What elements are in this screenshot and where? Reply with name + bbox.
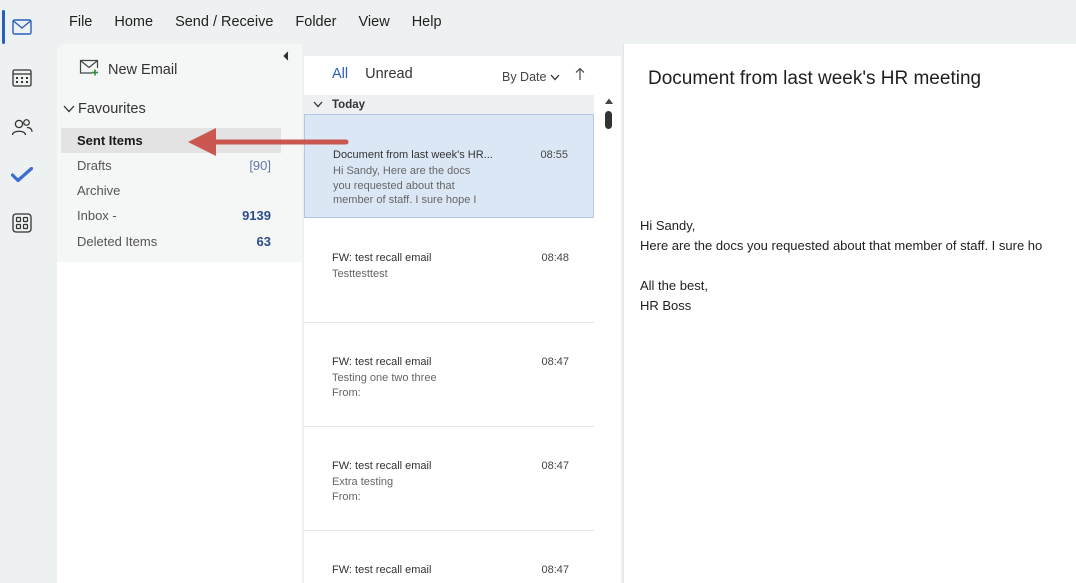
- message-item[interactable]: Document from last week's HR... 08:55 Hi…: [304, 114, 594, 218]
- message-preview: Testing one two three From:: [332, 371, 492, 400]
- new-mail-icon: [79, 59, 99, 81]
- folder-count: 9139: [242, 208, 271, 223]
- menu-folder[interactable]: Folder: [284, 0, 347, 44]
- message-item[interactable]: FW: test recall email 08:47 Testing one …: [304, 323, 594, 427]
- scroll-up-icon[interactable]: [604, 97, 614, 105]
- body-line: Here are the docs you requested about th…: [640, 238, 1043, 253]
- group-header-today[interactable]: Today: [304, 95, 594, 114]
- message-subject: FW: test recall email: [332, 564, 432, 576]
- message-preview: Extra testing From:: [332, 475, 492, 504]
- folder-label: Sent Items: [77, 133, 143, 148]
- menu-send-receive[interactable]: Send / Receive: [164, 0, 284, 44]
- folder-archive[interactable]: Archive: [61, 178, 281, 203]
- chevron-left-icon: [283, 51, 289, 61]
- list-filter-tabs: All Unread: [332, 66, 413, 82]
- message-time: 08:47: [541, 356, 569, 368]
- group-label: Today: [332, 98, 366, 111]
- preview-line: Hi Sandy, Here are the docs: [333, 165, 471, 177]
- calendar-icon[interactable]: [6, 61, 38, 93]
- folder-label: Archive: [77, 183, 121, 198]
- message-item[interactable]: FW: test recall email 08:47: [304, 531, 594, 583]
- message-list-scrollbar[interactable]: [602, 95, 616, 583]
- folder-pane-empty-area: [57, 262, 302, 583]
- body-line: [640, 256, 1042, 276]
- menu-bar: File Home Send / Receive Folder View Hel…: [56, 0, 453, 44]
- message-time: 08:55: [540, 149, 568, 161]
- message-time: 08:48: [541, 252, 569, 264]
- folder-label: Drafts: [77, 158, 112, 173]
- sort-label: By Date: [502, 70, 547, 84]
- menu-file[interactable]: File: [56, 0, 103, 44]
- tab-unread[interactable]: Unread: [365, 66, 413, 82]
- apps-icon[interactable]: [6, 207, 38, 239]
- scrollbar-thumb[interactable]: [605, 111, 612, 129]
- chevron-down-icon: [63, 105, 75, 113]
- folder-count: 63: [256, 234, 271, 249]
- sort-by-dropdown[interactable]: By Date: [502, 70, 560, 84]
- menu-help[interactable]: Help: [401, 0, 453, 44]
- arrow-up-icon: [575, 67, 585, 80]
- message-subject: FW: test recall email: [332, 460, 432, 472]
- preview-line: Extra testing: [332, 476, 394, 488]
- message-item[interactable]: FW: test recall email 08:47 Extra testin…: [304, 427, 594, 531]
- message-item[interactable]: FW: test recall email 08:48 Testtesttest: [304, 219, 594, 323]
- rail-active-indicator: [2, 10, 5, 44]
- people-icon[interactable]: [6, 111, 38, 143]
- folder-label: Deleted Items: [77, 234, 158, 249]
- folder-sent-items[interactable]: Sent Items: [61, 128, 281, 153]
- body-line: Hi Sandy,: [640, 218, 696, 233]
- message-time: 08:47: [541, 460, 569, 472]
- favourites-header[interactable]: Favourites: [63, 101, 146, 117]
- message-subject: FW: test recall email: [332, 252, 432, 264]
- body-line: HR Boss: [640, 298, 692, 313]
- new-email-label: New Email: [108, 62, 178, 78]
- reading-subject: Document from last week's HR meeting: [648, 68, 982, 89]
- new-email-button[interactable]: New Email: [79, 58, 177, 82]
- chevron-down-icon: [550, 74, 560, 80]
- collapse-pane-button[interactable]: [282, 51, 294, 63]
- folder-drafts[interactable]: Drafts [90]: [61, 153, 281, 178]
- favourites-label: Favourites: [78, 101, 146, 117]
- message-subject: Document from last week's HR...: [333, 149, 493, 161]
- body-line: All the best,: [640, 278, 708, 293]
- preview-line: Testtesttest: [332, 268, 388, 280]
- preview-line: From:: [332, 490, 361, 503]
- message-subject: FW: test recall email: [332, 356, 432, 368]
- sort-direction-button[interactable]: [575, 67, 585, 85]
- preview-line: you requested about that: [333, 179, 455, 192]
- app-rail: [0, 0, 44, 583]
- message-preview: Hi Sandy, Here are the docs you requeste…: [333, 164, 493, 208]
- mail-icon[interactable]: [6, 11, 38, 43]
- menu-view[interactable]: View: [348, 0, 401, 44]
- preview-line: member of staff. I sure hope I: [333, 194, 477, 206]
- menu-home[interactable]: Home: [103, 0, 164, 44]
- message-preview: Testtesttest: [332, 267, 492, 282]
- chevron-down-icon: [313, 101, 323, 108]
- preview-line: Testing one two three: [332, 372, 437, 384]
- message-time: 08:47: [541, 564, 569, 576]
- folder-deleted-items[interactable]: Deleted Items 63: [61, 229, 281, 254]
- todo-check-icon[interactable]: [6, 159, 38, 191]
- tab-all[interactable]: All: [332, 66, 348, 82]
- preview-line: From:: [332, 386, 361, 399]
- folder-label: Inbox -: [77, 208, 117, 223]
- reading-body: Hi Sandy, Here are the docs you requeste…: [640, 216, 1042, 316]
- folder-inbox[interactable]: Inbox - 9139: [61, 203, 281, 228]
- folder-count: [90]: [249, 158, 271, 173]
